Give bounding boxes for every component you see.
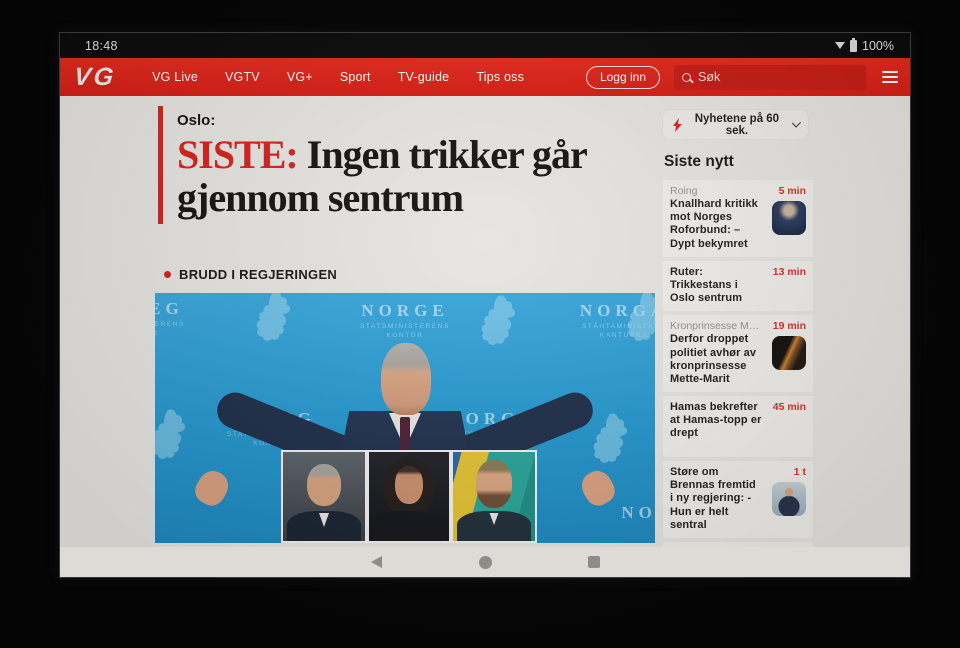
news-item-time: 1 t — [793, 466, 806, 479]
recents-button[interactable] — [588, 556, 600, 568]
nav-vg-plus[interactable]: VG+ — [287, 70, 313, 84]
news-item-kicker: Roing — [670, 185, 698, 197]
vg-logo[interactable]: VG — [72, 63, 118, 92]
story-kicker: Oslo: — [177, 112, 216, 129]
battery-icon — [850, 37, 858, 52]
inset-portrait-2 — [367, 450, 451, 543]
figure-left-hand — [190, 465, 234, 511]
back-button[interactable] — [371, 556, 382, 568]
lead-story-headline-block[interactable]: Oslo: SISTE: Ingen trikker går gjennom s… — [158, 106, 628, 224]
news-item-time: 5 min — [778, 185, 806, 197]
chevron-down-icon — [791, 118, 801, 128]
nav-tips-oss[interactable]: Tips oss — [476, 70, 524, 84]
lightning-icon — [673, 117, 682, 132]
portrait-shoulders — [287, 511, 361, 541]
search-input[interactable]: Søk — [674, 64, 866, 90]
story-headline: SISTE: Ingen trikker går gjennom sentrum — [177, 132, 622, 220]
battery-percent: 100% — [862, 38, 894, 53]
top-nav: VG Live VGTV VG+ Sport TV-guide Tips oss — [152, 70, 524, 84]
story-tag[interactable]: BRUDD I REGJERINGEN — [164, 267, 337, 282]
portrait-face — [395, 466, 423, 504]
latest-news-list: Roing Knallhard kritikk mot Norges Rofor… — [663, 180, 813, 547]
news-item-thumbnail — [772, 336, 806, 371]
news-item-thumbnail — [772, 482, 806, 517]
news-item-time: 19 min — [772, 320, 806, 333]
inset-portrait-1 — [281, 450, 367, 543]
portrait-face — [476, 460, 512, 508]
news-item[interactable]: Kronprinsesse Mette-… Derfor droppet pol… — [663, 315, 813, 393]
login-button[interactable]: Logg inn — [585, 65, 660, 89]
home-button[interactable] — [479, 556, 492, 569]
inset-portrait-3 — [451, 450, 537, 543]
news-item-thumbnail — [772, 201, 806, 235]
news-item-title: Ruter: Trikkestans i Oslo sentrum — [670, 265, 743, 305]
clock: 18:48 — [85, 38, 118, 53]
figure-head — [381, 343, 431, 415]
lead-story-image[interactable]: NOREG STATSMINISTERENS KONTOR NORGE STAT… — [155, 293, 655, 543]
news-item[interactable]: Roing Knallhard kritikk mot Norges Rofor… — [663, 180, 813, 257]
nav-vgtv[interactable]: VGTV — [225, 70, 260, 84]
story-tag-label: BRUDD I REGJERINGEN — [179, 267, 338, 282]
search-placeholder: Søk — [698, 70, 721, 84]
news-item-title: Støre om Brennas fremtid i ny regjering:… — [670, 466, 756, 531]
news-item-time: 45 min — [772, 401, 806, 414]
news-item-title: Hamas bekrefter at Hamas-topp er drept — [670, 401, 762, 440]
news-item[interactable]: Støre om Brennas fremtid i ny regjering:… — [663, 461, 813, 538]
portrait-shoulders — [372, 511, 446, 541]
news-item[interactable]: Hamas bekrefter at Hamas-topp er drept 4… — [663, 396, 813, 458]
news-item-thumbnail — [772, 417, 806, 451]
news-item[interactable]: Ruter: Trikkestans i Oslo sentrum 13 min — [663, 260, 813, 312]
menu-icon[interactable] — [882, 71, 898, 83]
news-in-60-sec-button[interactable]: Nyhetene på 60 sek. — [663, 110, 808, 139]
android-status-bar: 18:48 100% — [60, 33, 910, 58]
news-item-kicker: Kronprinsesse Mette-… — [670, 320, 762, 333]
page-content: Oslo: SISTE: Ingen trikker går gjennom s… — [60, 96, 910, 547]
latest-news-sidebar: Nyhetene på 60 sek. Siste nytt Roing Kna… — [663, 110, 813, 547]
latest-news-heading: Siste nytt — [664, 153, 734, 170]
figure-right-hand — [576, 465, 620, 511]
site-header: VG VG Live VGTV VG+ Sport TV-guide Tips … — [60, 58, 910, 96]
news-item-time: 13 min — [772, 265, 806, 278]
tablet-screen: 18:48 100% VG VG Live VGTV VG+ Sport TV-… — [60, 33, 910, 577]
nav-sport[interactable]: Sport — [340, 70, 371, 84]
portrait-face — [307, 464, 341, 506]
nav-vg-live[interactable]: VG Live — [152, 70, 198, 84]
nav-tv-guide[interactable]: TV-guide — [398, 70, 450, 84]
live-dot-icon — [164, 271, 171, 278]
search-icon — [682, 72, 691, 82]
portrait-shoulders — [457, 511, 531, 541]
breaking-label: SISTE: — [177, 132, 299, 177]
news-item-title: Knallhard kritikk mot Norges Roforbund: … — [670, 198, 758, 250]
news-item-title: Derfor droppet politiet avhør av kronpri… — [670, 333, 757, 385]
android-nav-bar — [60, 547, 910, 577]
wifi-icon — [835, 42, 846, 49]
